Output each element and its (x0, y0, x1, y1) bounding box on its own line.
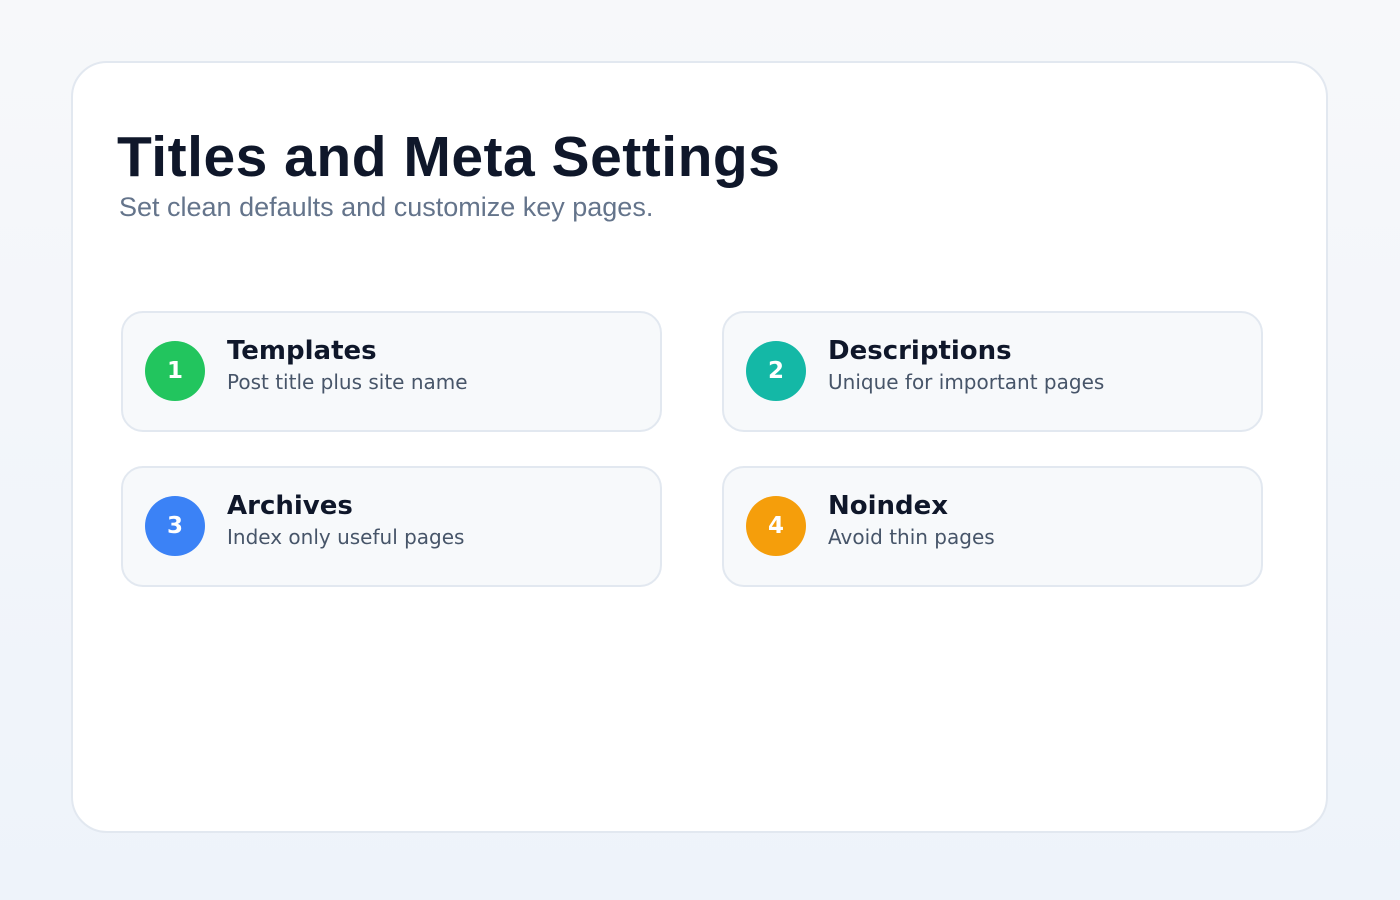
setting-item-templates[interactable]: 1 Templates Post title plus site name (121, 311, 662, 432)
setting-item-noindex[interactable]: 4 Noindex Avoid thin pages (722, 466, 1263, 587)
setting-item-description: Avoid thin pages (828, 525, 995, 549)
settings-card: Titles and Meta Settings Set clean defau… (71, 61, 1328, 833)
setting-item-text: Descriptions Unique for important pages (828, 335, 1104, 395)
setting-item-text: Templates Post title plus site name (227, 335, 468, 395)
step-number-badge: 1 (145, 341, 205, 401)
setting-item-description: Index only useful pages (227, 525, 465, 549)
setting-item-description: Unique for important pages (828, 370, 1105, 394)
setting-item-text: Noindex Avoid thin pages (828, 490, 995, 550)
setting-item-text: Archives Index only useful pages (227, 490, 464, 550)
step-number-badge: 4 (746, 496, 806, 556)
step-number-badge: 3 (145, 496, 205, 556)
page-subtitle: Set clean defaults and customize key pag… (119, 192, 654, 222)
step-number-badge: 2 (746, 341, 806, 401)
setting-item-descriptions[interactable]: 2 Descriptions Unique for important page… (722, 311, 1263, 432)
page-title: Titles and Meta Settings (117, 125, 781, 189)
setting-item-title: Templates (227, 336, 377, 366)
setting-item-title: Noindex (828, 491, 949, 521)
setting-item-archives[interactable]: 3 Archives Index only useful pages (121, 466, 662, 587)
settings-grid: 1 Templates Post title plus site name 2 … (121, 311, 1263, 587)
setting-item-title: Descriptions (828, 336, 1012, 366)
setting-item-title: Archives (227, 491, 353, 521)
setting-item-description: Post title plus site name (227, 370, 468, 394)
